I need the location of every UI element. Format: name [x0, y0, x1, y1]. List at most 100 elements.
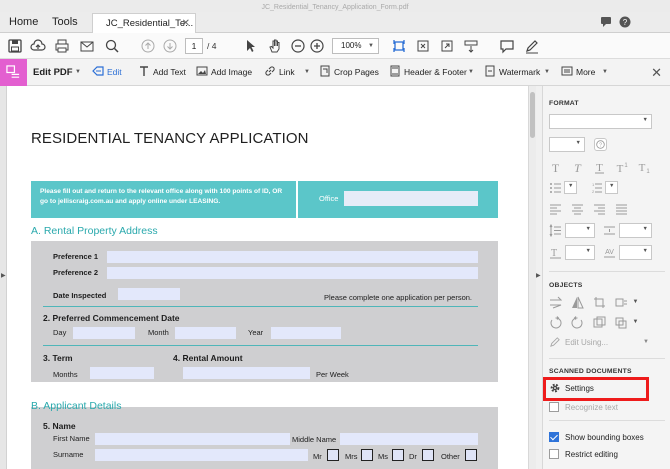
pen-sign-icon[interactable]: [524, 38, 540, 54]
term-months-field[interactable]: [90, 367, 154, 379]
restrict-editing-checkbox[interactable]: [549, 449, 559, 459]
recognize-text-row[interactable]: Recognize text: [549, 402, 618, 414]
paragraph-spacing-select[interactable]: ▼: [619, 223, 652, 238]
year-field[interactable]: [271, 327, 341, 339]
preference-1-field[interactable]: [107, 251, 478, 263]
line-spacing-select[interactable]: ▼: [565, 223, 595, 238]
arrange-icon[interactable]: [615, 296, 628, 309]
align-center-icon[interactable]: [571, 202, 584, 215]
print-icon[interactable]: [54, 38, 70, 54]
expand-left-panel-icon[interactable]: ▶: [1, 272, 6, 279]
help-icon[interactable]: ?: [619, 16, 631, 28]
paragraph-spacing-icon[interactable]: [603, 224, 616, 237]
character-spacing-select[interactable]: ▼: [619, 245, 652, 260]
first-name-field[interactable]: [95, 433, 290, 445]
restrict-editing-row[interactable]: Restrict editing: [549, 449, 618, 461]
recognize-text-checkbox[interactable]: [549, 402, 559, 412]
text-scale-select[interactable]: ▼: [565, 245, 595, 260]
tab-home[interactable]: Home: [9, 12, 38, 33]
more-button[interactable]: More: [561, 59, 595, 86]
arrange-chevron-icon[interactable]: ▼: [629, 296, 642, 309]
link-chevron-icon[interactable]: ▼: [304, 59, 310, 86]
watermark-chevron-icon[interactable]: ▼: [544, 59, 550, 86]
surname-field[interactable]: [95, 449, 308, 461]
save-icon[interactable]: [7, 38, 23, 54]
add-text-button[interactable]: Add Text: [138, 59, 186, 86]
align-objects-icon[interactable]: [615, 316, 628, 329]
help-circle-icon[interactable]: ?: [594, 138, 607, 151]
character-spacing-icon[interactable]: AV: [603, 246, 616, 259]
zoom-out-icon[interactable]: [290, 38, 306, 54]
tab-document[interactable]: JC_Residential_Te... ✕: [92, 13, 196, 34]
rotate-counterclockwise-icon[interactable]: [549, 316, 562, 329]
show-bounding-boxes-checkbox[interactable]: [549, 432, 559, 442]
add-image-button[interactable]: Add Image: [196, 59, 252, 86]
show-bounding-boxes-row[interactable]: Show bounding boxes: [549, 432, 644, 444]
day-field[interactable]: [73, 327, 135, 339]
comment-icon[interactable]: [600, 16, 612, 28]
align-objects-chevron-icon[interactable]: ▼: [629, 316, 642, 329]
title-mrs-checkbox[interactable]: [361, 449, 373, 461]
header-footer-chevron-icon[interactable]: ▼: [468, 59, 474, 86]
preference-2-field[interactable]: [107, 267, 478, 279]
scroll-mode-icon[interactable]: [463, 38, 479, 54]
rotate-view-icon[interactable]: [415, 38, 431, 54]
crop-pages-button[interactable]: Crop Pages: [319, 59, 379, 86]
upload-cloud-icon[interactable]: [30, 38, 46, 54]
edit-button[interactable]: Edit: [92, 59, 122, 86]
full-screen-icon[interactable]: [439, 38, 455, 54]
superscript-icon[interactable]: T1: [615, 161, 628, 174]
close-edit-toolbar-icon[interactable]: ✕: [651, 59, 662, 86]
link-button[interactable]: Link: [264, 59, 295, 86]
line-spacing-icon[interactable]: [549, 224, 562, 237]
hand-tool-icon[interactable]: [267, 38, 283, 54]
text-scale-icon[interactable]: T: [549, 246, 562, 259]
title-ms-checkbox[interactable]: [392, 449, 404, 461]
crop-object-icon[interactable]: [593, 296, 606, 309]
rotate-clockwise-icon[interactable]: [571, 316, 584, 329]
office-field[interactable]: [344, 191, 478, 206]
replace-image-icon[interactable]: [593, 316, 606, 329]
middle-name-field[interactable]: [340, 433, 478, 445]
scrollbar-thumb[interactable]: [530, 92, 535, 138]
next-page-icon[interactable]: [162, 38, 178, 54]
flip-vertical-icon[interactable]: [571, 296, 584, 309]
text-style-underline-icon[interactable]: T: [593, 161, 606, 174]
zoom-select[interactable]: 100% ▼: [332, 38, 379, 54]
text-style-regular-icon[interactable]: T: [549, 161, 562, 174]
font-family-select[interactable]: ▼: [549, 114, 652, 129]
title-dr-checkbox[interactable]: [422, 449, 434, 461]
rental-amount-field[interactable]: [183, 367, 310, 379]
vertical-scrollbar[interactable]: [528, 86, 536, 469]
bulleted-list-icon[interactable]: [549, 181, 562, 194]
header-footer-button[interactable]: Header & Footer: [389, 59, 467, 86]
previous-page-icon[interactable]: [140, 38, 156, 54]
collapse-right-panel-icon[interactable]: ▶: [536, 272, 541, 279]
font-size-select[interactable]: ▼: [549, 137, 585, 152]
close-tab-icon[interactable]: ✕: [182, 14, 190, 33]
title-mr-checkbox[interactable]: [327, 449, 339, 461]
title-other-checkbox[interactable]: [465, 449, 477, 461]
tab-tools[interactable]: Tools: [52, 12, 78, 33]
bulleted-list-chevron-icon[interactable]: ▼: [564, 181, 577, 194]
more-chevron-icon[interactable]: ▼: [602, 59, 608, 86]
subscript-icon[interactable]: T1: [637, 161, 650, 174]
left-panel-toggle[interactable]: ▶: [0, 86, 7, 469]
page-number-input[interactable]: 1: [185, 38, 203, 54]
flip-horizontal-icon[interactable]: [549, 296, 562, 309]
month-field[interactable]: [175, 327, 236, 339]
zoom-in-icon[interactable]: [309, 38, 325, 54]
fit-page-icon[interactable]: [391, 38, 407, 54]
comment-bubble-icon[interactable]: [499, 38, 515, 54]
align-right-icon[interactable]: [593, 202, 606, 215]
align-justify-icon[interactable]: [615, 202, 628, 215]
date-inspected-field[interactable]: [118, 288, 180, 300]
document-page[interactable]: RESIDENTIAL TENANCY APPLICATION Please f…: [7, 86, 528, 469]
numbered-list-chevron-icon[interactable]: ▼: [605, 181, 618, 194]
edit-pdf-menu-chevron-icon[interactable]: ▼: [75, 59, 81, 86]
watermark-button[interactable]: Watermark: [484, 59, 540, 86]
numbered-list-icon[interactable]: 12: [590, 181, 603, 194]
edit-using-row[interactable]: Edit Using... ▼: [549, 336, 665, 349]
text-style-italic-icon[interactable]: T: [571, 161, 584, 174]
select-arrow-icon[interactable]: [243, 38, 259, 54]
